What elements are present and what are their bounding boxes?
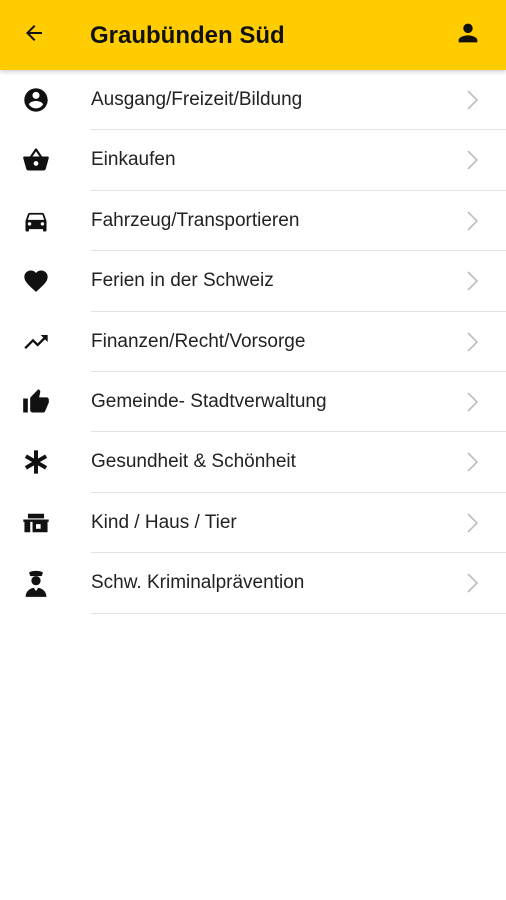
profile-button[interactable] (448, 17, 488, 53)
chevron-right-icon (460, 88, 484, 112)
arrow-left-icon (22, 21, 46, 50)
house-icon (18, 508, 54, 538)
category-list: Ausgang/Freizeit/Bildung Einkaufen Fahrz… (0, 70, 506, 614)
list-item-label: Fahrzeug/Transportieren (91, 209, 300, 231)
list-item-fahrzeug[interactable]: Fahrzeug/Transportieren (0, 191, 506, 252)
car-icon (18, 206, 54, 236)
heart-icon (18, 266, 54, 296)
list-item-kind-haus-tier[interactable]: Kind / Haus / Tier (0, 493, 506, 554)
list-item-ausgang[interactable]: Ausgang/Freizeit/Bildung (0, 70, 506, 131)
trending-up-icon (18, 327, 54, 357)
chevron-right-icon (460, 269, 484, 293)
list-item-label: Ferien in der Schweiz (91, 270, 274, 292)
divider (91, 612, 506, 614)
police-officer-icon (18, 568, 54, 598)
chevron-right-icon (460, 450, 484, 474)
account-circle-icon (18, 85, 54, 115)
list-item-label: Schw. Kriminalprävention (91, 572, 305, 594)
person-icon (454, 19, 482, 52)
list-item-einkaufen[interactable]: Einkaufen (0, 130, 506, 191)
app-bar: Graubünden Süd (0, 0, 506, 70)
list-item-label: Einkaufen (91, 149, 176, 171)
list-item-label: Gesundheit & Schönheit (91, 451, 296, 473)
list-item-gesundheit[interactable]: Gesundheit & Schönheit (0, 432, 506, 493)
chevron-right-icon (460, 148, 484, 172)
list-item-ferien[interactable]: Ferien in der Schweiz (0, 251, 506, 312)
asterisk-icon (18, 447, 54, 477)
list-item-finanzen[interactable]: Finanzen/Recht/Vorsorge (0, 312, 506, 372)
back-button[interactable] (14, 17, 54, 53)
list-item-label: Kind / Haus / Tier (91, 511, 237, 533)
list-item-kriminalpraevention[interactable]: Schw. Kriminalprävention (0, 553, 506, 614)
list-item-label: Finanzen/Recht/Vorsorge (91, 330, 306, 352)
list-item-gemeinde[interactable]: Gemeinde- Stadtverwaltung (0, 372, 506, 433)
chevron-right-icon (460, 511, 484, 535)
shopping-basket-icon (18, 145, 54, 175)
list-item-label: Gemeinde- Stadtverwaltung (91, 390, 327, 412)
chevron-right-icon (460, 571, 484, 595)
list-item-label: Ausgang/Freizeit/Bildung (91, 89, 303, 110)
thumbs-up-icon (18, 387, 54, 417)
chevron-right-icon (460, 209, 484, 233)
chevron-right-icon (460, 390, 484, 414)
page-title: Graubünden Süd (90, 22, 285, 49)
chevron-right-icon (460, 330, 484, 354)
